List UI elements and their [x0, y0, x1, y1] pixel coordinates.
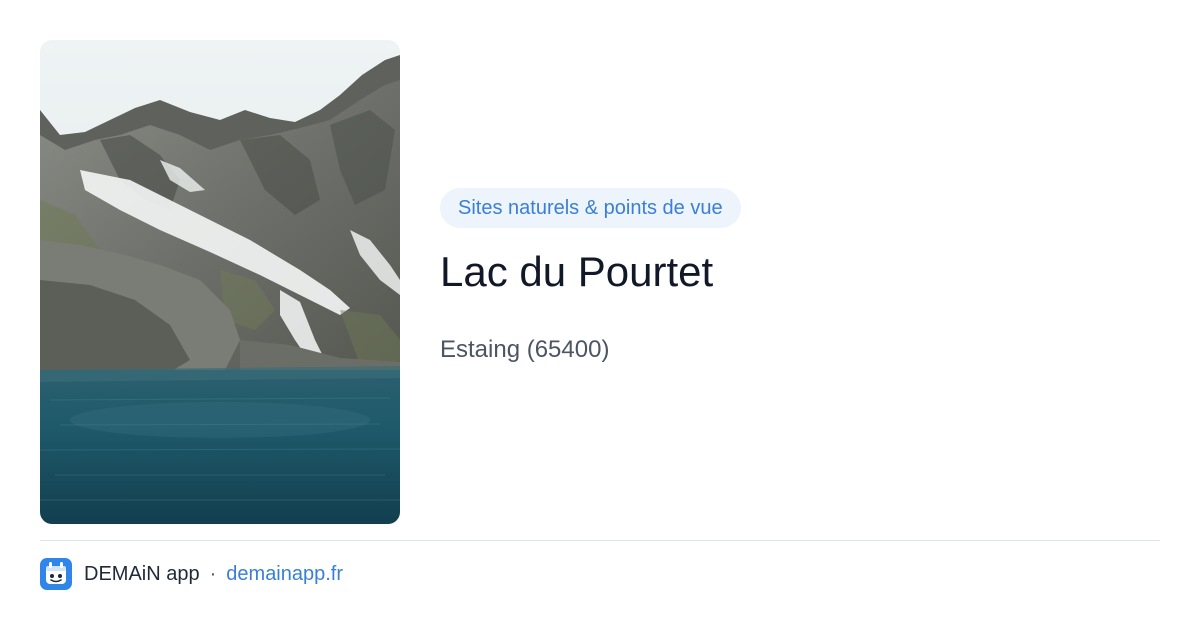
footer-separator: · [209, 562, 217, 585]
footer: DEMAiN app · demainapp.fr [40, 558, 343, 590]
place-title: Lac du Pourtet [440, 248, 714, 295]
place-photo [40, 40, 400, 524]
footer-divider [40, 540, 1160, 541]
place-location: Estaing (65400) [440, 336, 610, 363]
site-link[interactable]: demainapp.fr [226, 563, 343, 586]
category-badge: Sites naturels & points de vue [440, 188, 741, 228]
app-logo-icon [40, 558, 72, 590]
app-name: DEMAiN app [84, 562, 200, 585]
